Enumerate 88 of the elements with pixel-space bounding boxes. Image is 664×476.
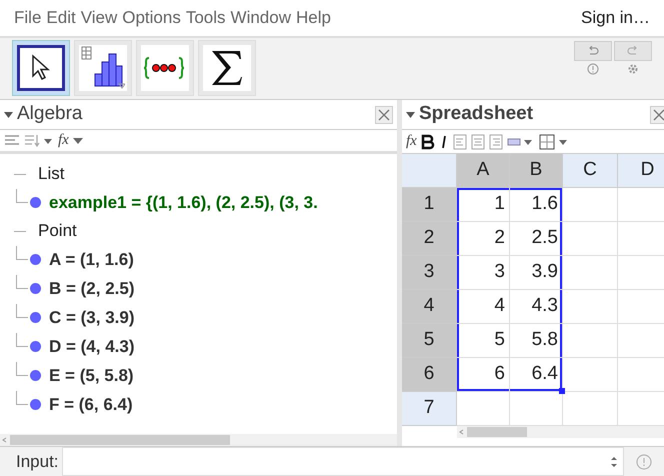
row-header[interactable]: 1 — [402, 188, 457, 222]
align-icon[interactable] — [4, 134, 20, 148]
visibility-dot[interactable] — [30, 283, 41, 294]
spinner-icon[interactable] — [611, 456, 617, 468]
bar-chart-icon — [81, 46, 125, 90]
table-cell[interactable] — [563, 290, 618, 324]
object-definition[interactable]: F = (6, 6.4) — [49, 392, 133, 418]
table-cell[interactable]: 6.4 — [510, 358, 563, 392]
input-label: Input: — [15, 450, 60, 473]
table-cell[interactable]: 6 — [457, 358, 510, 392]
tool-button[interactable] — [198, 40, 256, 96]
horizontal-scrollbar[interactable] — [457, 426, 664, 438]
visibility-dot[interactable] — [30, 370, 41, 381]
visibility-dot[interactable] — [30, 399, 41, 410]
border-icon[interactable] — [538, 134, 569, 150]
menu-item[interactable]: Options — [122, 5, 181, 31]
menu-item[interactable]: Tools — [186, 5, 226, 31]
row-header[interactable]: 4 — [402, 290, 457, 324]
tool-button[interactable] — [12, 40, 70, 96]
table-cell[interactable]: 2.5 — [510, 222, 563, 256]
undo-button[interactable] — [574, 41, 612, 61]
menu-item[interactable]: View — [80, 5, 118, 31]
object-definition[interactable]: B = (2, 2.5) — [49, 276, 135, 302]
function-button[interactable]: fx — [406, 134, 417, 149]
table-cell[interactable] — [563, 222, 618, 256]
panel-title: Spreadsheet — [419, 102, 534, 126]
table-cell[interactable]: 3 — [457, 256, 510, 290]
fill-handle[interactable] — [559, 388, 565, 394]
table-cell[interactable] — [563, 188, 618, 222]
object-definition[interactable]: example1 = {(1, 1.6), (2, 2.5), (3, 3. — [49, 190, 318, 216]
column-header[interactable]: B — [510, 154, 563, 188]
row-header[interactable]: 7 — [402, 392, 457, 426]
function-button[interactable]: fx — [58, 133, 69, 148]
menu-item[interactable]: Edit — [46, 5, 76, 31]
object-definition[interactable]: A = (1, 1.6) — [49, 246, 134, 272]
row-header[interactable]: 3 — [402, 256, 457, 290]
caret-icon[interactable] — [72, 138, 83, 144]
panel-title: Algebra — [17, 102, 82, 126]
table-cell[interactable]: 1 — [457, 188, 510, 222]
collapse-icon[interactable] — [406, 112, 415, 118]
help-icon[interactable] — [587, 63, 599, 75]
menu-item[interactable]: File — [14, 5, 42, 31]
arrow-pointer-icon — [30, 54, 52, 82]
horizontal-scrollbar[interactable] — [0, 434, 397, 446]
table-cell[interactable]: 5.8 — [510, 324, 563, 358]
input-field[interactable] — [62, 447, 624, 476]
object-definition[interactable]: D = (4, 4.3) — [49, 334, 135, 360]
table-cell[interactable]: 2 — [457, 222, 510, 256]
sigma-icon — [209, 49, 245, 87]
close-button[interactable] — [650, 106, 664, 124]
help-icon[interactable] — [636, 454, 652, 470]
row-header[interactable]: 5 — [402, 324, 457, 358]
bold-icon[interactable] — [420, 134, 435, 150]
table-cell[interactable]: 1.6 — [510, 188, 563, 222]
column-header[interactable]: C — [563, 154, 618, 188]
close-button[interactable] — [375, 106, 393, 124]
visibility-dot[interactable] — [30, 341, 41, 352]
table-cell[interactable]: 3.9 — [510, 256, 563, 290]
undo-icon — [587, 46, 599, 56]
sign-in-link[interactable]: Sign in… — [581, 5, 650, 31]
visibility-dot[interactable] — [30, 197, 41, 208]
table-cell[interactable]: 4 — [457, 290, 510, 324]
collapse-icon[interactable] — [4, 112, 13, 118]
row-header[interactable]: 6 — [402, 358, 457, 392]
align-right-icon[interactable] — [488, 134, 503, 150]
object-definition[interactable]: C = (3, 3.9) — [49, 304, 135, 330]
group-label: List — [38, 163, 64, 186]
table-cell[interactable]: 5 — [457, 324, 510, 358]
column-header[interactable]: A — [457, 154, 510, 188]
table-cell[interactable] — [563, 256, 618, 290]
menu-item[interactable]: Help — [296, 5, 331, 31]
group-label: Point — [38, 220, 77, 242]
redo-button[interactable] — [614, 41, 652, 61]
menu-item[interactable]: Window — [230, 5, 291, 31]
visibility-dot[interactable] — [30, 312, 41, 323]
table-cell[interactable] — [563, 324, 618, 358]
table-cell[interactable]: 4.3 — [510, 290, 563, 324]
table-cell[interactable] — [563, 358, 618, 392]
row-header[interactable]: 2 — [402, 222, 457, 256]
sort-icon[interactable] — [24, 134, 54, 148]
align-center-icon[interactable] — [470, 134, 485, 150]
column-header[interactable]: D — [618, 154, 664, 188]
tool-button[interactable] — [136, 40, 194, 96]
settings-icon[interactable] — [627, 63, 639, 75]
tool-button[interactable] — [74, 40, 132, 96]
object-definition[interactable]: E = (5, 5.8) — [49, 362, 134, 388]
visibility-dot[interactable] — [30, 254, 41, 265]
redo-icon — [627, 46, 639, 56]
